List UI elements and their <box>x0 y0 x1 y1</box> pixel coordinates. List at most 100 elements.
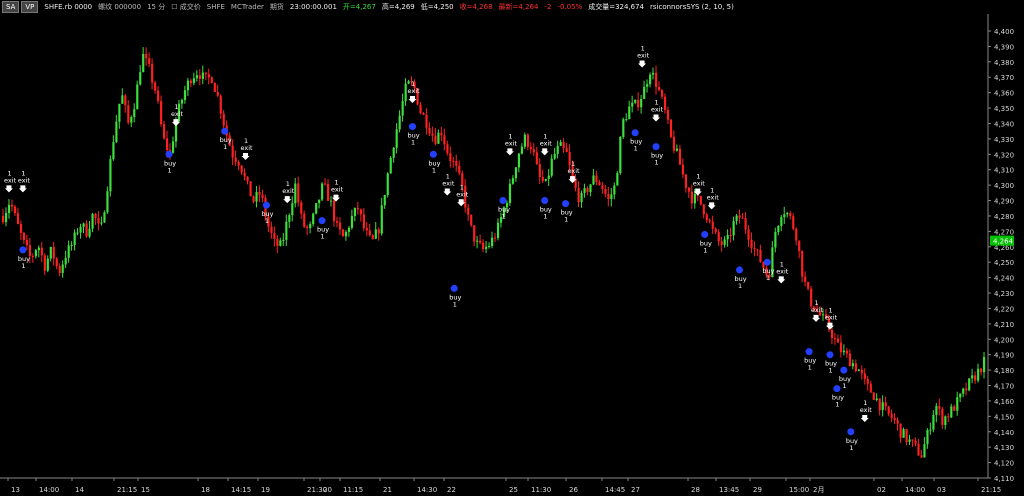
candle-body <box>708 220 711 222</box>
candle-body <box>968 378 971 391</box>
vp-badge-button[interactable]: VP <box>21 1 39 13</box>
candle-body <box>479 240 482 243</box>
time-tick-label: 21 <box>383 486 392 494</box>
candle-body <box>878 398 881 411</box>
candle-body <box>520 146 524 154</box>
candle-body <box>723 239 726 245</box>
candle-body <box>693 193 696 204</box>
candle-body <box>362 214 365 229</box>
candle-body <box>139 72 142 85</box>
exit-arrow-icon <box>241 153 250 161</box>
candle-body <box>941 408 944 425</box>
price-chart[interactable]: 1exit1exitbuy11exitbuy1buy11exitbuy11exi… <box>0 14 1024 496</box>
candle-body <box>300 202 303 214</box>
candle-body <box>684 174 688 188</box>
exit-signal-label: exit <box>707 193 720 201</box>
exit-signal-label: exit <box>171 110 184 118</box>
candle-body <box>920 455 923 458</box>
candle-body <box>61 264 64 274</box>
exit-signal-label: exit <box>241 144 254 152</box>
buy-signal-qty: 1 <box>411 139 415 147</box>
candle-body <box>19 223 23 233</box>
time-tick-label: 02 <box>877 486 886 494</box>
candle-body <box>675 148 679 151</box>
buy-signal-qty: 1 <box>543 213 547 221</box>
candle-body <box>180 99 184 104</box>
exit-signal-label: exit <box>18 176 31 184</box>
candle-body <box>786 213 789 215</box>
candle-body <box>407 81 410 84</box>
candle-body <box>371 235 374 239</box>
candle-body <box>881 402 884 411</box>
candle-body <box>4 212 8 223</box>
candle-body <box>508 183 512 204</box>
candle-body <box>893 417 896 421</box>
candle-body <box>341 229 345 237</box>
buy-signal-qty: 1 <box>738 282 742 290</box>
buy-signal-marker <box>165 150 173 158</box>
candle-body <box>356 207 360 210</box>
interval-label[interactable]: 15 分 <box>147 2 165 12</box>
candle-body <box>76 232 79 234</box>
candle-body <box>91 213 94 229</box>
candle-body <box>261 194 264 198</box>
exit-signal-label: exit <box>693 179 706 187</box>
exit-signal-label: exit <box>331 186 344 194</box>
candle-body <box>67 245 70 258</box>
candle-body <box>171 141 175 153</box>
candle-body <box>857 369 860 372</box>
candle-body <box>634 99 637 103</box>
sa-badge-button[interactable]: SA <box>2 1 20 13</box>
candle-body <box>246 176 249 182</box>
candle-body <box>455 160 458 166</box>
buy-signal-marker <box>826 351 834 359</box>
exit-arrow-icon <box>652 114 661 122</box>
strategy-label[interactable]: rsiconnorsSYS (2, 10, 5) <box>650 3 734 11</box>
candle-body <box>452 160 455 162</box>
exit-arrow-icon <box>825 322 834 330</box>
candle-body <box>544 179 547 181</box>
candle-body <box>833 338 837 340</box>
exit-signal-label: exit <box>811 306 824 314</box>
candle-body <box>690 191 693 204</box>
candle-body <box>291 203 294 216</box>
candle-body <box>583 188 586 193</box>
candle-body <box>470 214 473 226</box>
candle-body <box>380 205 383 234</box>
candle-body <box>660 90 664 97</box>
candle-body <box>106 191 109 213</box>
symbol-label[interactable]: SHFE.rb 0000 <box>44 3 92 11</box>
buy-signal-qty: 1 <box>808 364 812 372</box>
time-tick-label: 15 <box>141 486 150 494</box>
candle-body <box>538 164 541 178</box>
candle-body <box>58 266 61 274</box>
candle-body <box>201 72 204 79</box>
candle-body <box>807 281 810 289</box>
buy-signal-marker <box>541 197 549 205</box>
candle-body <box>368 230 371 236</box>
candle-body <box>273 233 276 239</box>
price-tick-label: 4,120 <box>994 460 1014 468</box>
candle-body <box>297 183 300 203</box>
price-tick-label: 4,400 <box>994 28 1014 36</box>
price-type-checkbox[interactable]: ☐ 成交价 <box>171 2 201 12</box>
price-tick-label: 4,160 <box>994 398 1014 406</box>
time-tick-label: 14:00 <box>905 486 925 494</box>
exit-signal-label: exit <box>407 87 420 95</box>
candle-body <box>350 215 354 228</box>
candle-body <box>699 195 702 205</box>
time-tick-label: 2月 <box>813 486 824 494</box>
candle-body <box>938 406 941 409</box>
candle-body <box>160 101 163 125</box>
candle-body <box>890 413 893 418</box>
candle-body <box>97 217 100 224</box>
time-tick-label: 29 <box>753 486 762 494</box>
candle-body <box>294 183 297 204</box>
candle-body <box>589 184 592 192</box>
candle-body <box>64 257 67 265</box>
candle-body <box>186 80 190 91</box>
candle-body <box>85 223 88 237</box>
candle-body <box>851 363 854 367</box>
buy-signal-qty: 1 <box>634 145 638 153</box>
candle-body <box>344 231 348 237</box>
